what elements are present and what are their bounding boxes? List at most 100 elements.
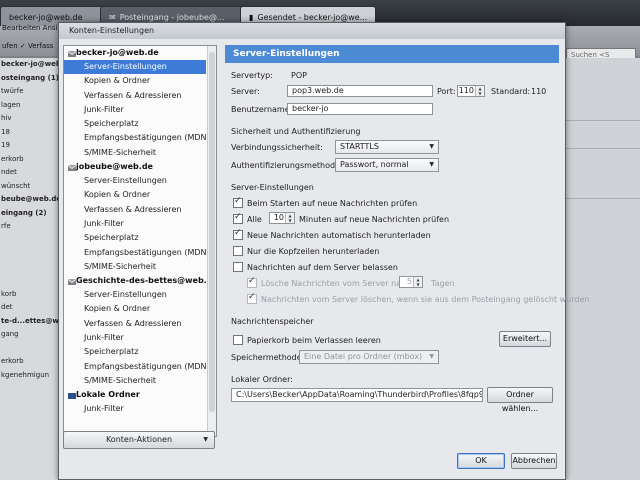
folder-item[interactable]: lagen — [0, 99, 62, 113]
tree-item[interactable]: Empfangsbestätigungen (MDN) — [64, 360, 216, 374]
checkbox-box[interactable] — [233, 246, 243, 256]
local-dir-label: Lokaler Ordner: — [231, 375, 293, 384]
tree-item[interactable]: Verfassen & Adressieren — [64, 89, 216, 103]
storage-method-select[interactable]: Eine Datei pro Ordner (mbox) ▼ — [299, 350, 439, 364]
folder-item[interactable]: gang — [0, 328, 62, 342]
menu-bar[interactable]: Bearbeiten Ansicht — [0, 24, 69, 36]
envelope-icon: ✉ — [109, 12, 116, 22]
tree-item[interactable]: Empfangsbestätigungen (MDN) — [64, 246, 216, 260]
folder-item[interactable] — [0, 274, 62, 288]
select-value: Passwort, normal — [340, 160, 409, 169]
tree-item[interactable]: Kopien & Ordner — [64, 302, 216, 316]
account-node[interactable]: Geschichte-des-bettes@web... — [64, 274, 216, 288]
tree-item[interactable]: Verfassen & Adressieren — [64, 203, 216, 217]
folder-item[interactable]: wünscht — [0, 180, 62, 194]
tree-scrollbar[interactable] — [207, 46, 216, 436]
tree-item[interactable]: S/MIME-Sicherheit — [64, 374, 216, 388]
folder-item[interactable]: te-d...ettes@web. — [0, 315, 62, 329]
chevron-down-icon: ▼ — [203, 436, 208, 443]
tree-item[interactable]: Junk-Filter — [64, 217, 216, 231]
local-dir-input[interactable]: C:\Users\Becker\AppData\Roaming\Thunderb… — [231, 388, 483, 402]
folder-item[interactable]: ndet — [0, 166, 62, 180]
account-icon — [68, 163, 76, 172]
tree-item[interactable]: Server-Einstellungen — [64, 174, 216, 188]
username-label: Benutzername: — [231, 105, 293, 114]
folder-item[interactable]: 19 — [0, 139, 62, 153]
delete-days-input[interactable]: 5 ▲ ▼ — [399, 276, 423, 288]
auto-download-checkbox[interactable]: Neue Nachrichten automatisch herunterlad… — [233, 228, 431, 240]
spinner-arrows-icon[interactable]: ▲ ▼ — [285, 213, 294, 223]
spinner-arrows-icon[interactable]: ▲ ▼ — [413, 277, 422, 287]
security-section-title: Sicherheit und Authentifizierung — [231, 127, 361, 136]
checkbox-box[interactable] — [233, 228, 243, 240]
folder-item[interactable]: 18 — [0, 126, 62, 140]
folder-item[interactable] — [0, 247, 62, 261]
checkbox-box[interactable] — [233, 335, 243, 345]
account-tree: becker-jo@web.de Server-Einstellungen Kopi… — [63, 45, 217, 437]
tree-item[interactable]: Empfangsbestätigungen (MDN) — [64, 131, 216, 145]
ok-button[interactable]: OK — [457, 453, 505, 469]
choose-folder-button[interactable]: Ordner wählen... — [487, 387, 553, 413]
check-on-start-checkbox[interactable]: Beim Starten auf neue Nachrichten prüfen — [233, 196, 417, 208]
tree-item[interactable]: Speicherplatz — [64, 117, 216, 131]
folder-item[interactable]: erkorb — [0, 355, 62, 369]
tree-item[interactable]: Speicherplatz — [64, 231, 216, 245]
folder-item[interactable] — [0, 342, 62, 356]
account-node[interactable]: Lokale Ordner — [64, 388, 216, 402]
check-every-checkbox[interactable]: Alle — [233, 212, 262, 224]
username-input[interactable]: becker-jo — [287, 103, 433, 115]
tree-item[interactable]: Junk-Filter — [64, 402, 216, 416]
folder-item[interactable]: det — [0, 301, 62, 315]
checkbox-label: Nur die Kopfzeilen herunterladen — [247, 246, 380, 256]
account-icon — [68, 49, 76, 57]
checkbox-label: Lösche Nachrichten vom Server nach — [261, 278, 411, 288]
empty-trash-checkbox[interactable]: Papierkorb beim Verlassen leeren — [233, 335, 381, 345]
headers-only-checkbox[interactable]: Nur die Kopfzeilen herunterladen — [233, 246, 379, 256]
folder-item[interactable]: twürfe — [0, 85, 62, 99]
tree-item[interactable]: S/MIME-Sicherheit — [64, 260, 216, 274]
tree-item[interactable]: Kopien & Ordner — [64, 188, 216, 202]
tree-item[interactable]: S/MIME-Sicherheit — [64, 146, 216, 160]
advanced-button[interactable]: Erweitert... — [499, 331, 551, 347]
checkbox-box[interactable] — [247, 292, 257, 304]
leave-on-server-checkbox[interactable]: Nachrichten auf dem Server belassen — [233, 262, 398, 272]
checkbox-box[interactable] — [233, 262, 243, 272]
account-node[interactable]: jobeube@web.de — [64, 160, 216, 174]
tree-item[interactable]: Kopien & Ordner — [64, 74, 216, 88]
folder-item[interactable] — [0, 234, 62, 248]
folder-item[interactable]: eingang (2) — [0, 207, 62, 221]
cancel-button[interactable]: Abbrechen — [511, 453, 557, 469]
folder-item[interactable]: korb — [0, 288, 62, 302]
tree-item[interactable]: Server-Einstellungen — [64, 60, 206, 75]
folder-item[interactable]: osteingang (1) — [0, 72, 62, 86]
storage-method-label: Speichermethode: — [231, 353, 305, 362]
folder-item[interactable]: beube@web.de — [0, 193, 62, 207]
folder-item[interactable]: kgenehmigun — [0, 369, 62, 383]
spinner-arrows-icon[interactable]: ▲ ▼ — [475, 86, 484, 96]
tree-item[interactable]: Junk-Filter — [64, 103, 216, 117]
checkbox-box[interactable] — [247, 276, 257, 288]
folder-item[interactable]: becker-jo@web.de — [0, 58, 62, 72]
tree-item[interactable]: Junk-Filter — [64, 331, 216, 345]
settings-panel: Server-Einstellungen Servertyp: POP Serv… — [225, 45, 590, 471]
conn-security-select[interactable]: STARTTLS ▼ — [335, 140, 439, 154]
folder-item[interactable]: rfe — [0, 220, 62, 234]
scrollbar-thumb[interactable] — [209, 52, 215, 412]
account-node[interactable]: becker-jo@web.de — [64, 46, 216, 60]
folder-item[interactable] — [0, 261, 62, 275]
tree-item[interactable]: Speicherplatz — [64, 345, 216, 359]
auth-method-label: Authentifizierungsmethode: — [231, 161, 343, 170]
folder-item[interactable]: hiv — [0, 112, 62, 126]
folder-item[interactable]: erkorb — [0, 153, 62, 167]
checkbox-box[interactable] — [233, 196, 243, 208]
account-actions-button[interactable]: Konten-Aktionen ▼ — [63, 431, 215, 449]
server-input[interactable]: pop3.web.de — [287, 85, 433, 97]
delete-when-deleted-checkbox[interactable]: Nachrichten vom Server löschen, wenn sie… — [247, 292, 590, 304]
auth-method-select[interactable]: Passwort, normal ▼ — [335, 158, 439, 172]
delete-after-checkbox[interactable]: Lösche Nachrichten vom Server nach — [247, 276, 411, 288]
checkbox-box[interactable] — [233, 212, 243, 224]
tree-item[interactable]: Server-Einstellungen — [64, 288, 216, 302]
check-interval-input[interactable]: 10 ▲ ▼ — [269, 212, 295, 224]
tree-item[interactable]: Verfassen & Adressieren — [64, 317, 216, 331]
port-input[interactable]: 110 ▲ ▼ — [457, 85, 485, 97]
